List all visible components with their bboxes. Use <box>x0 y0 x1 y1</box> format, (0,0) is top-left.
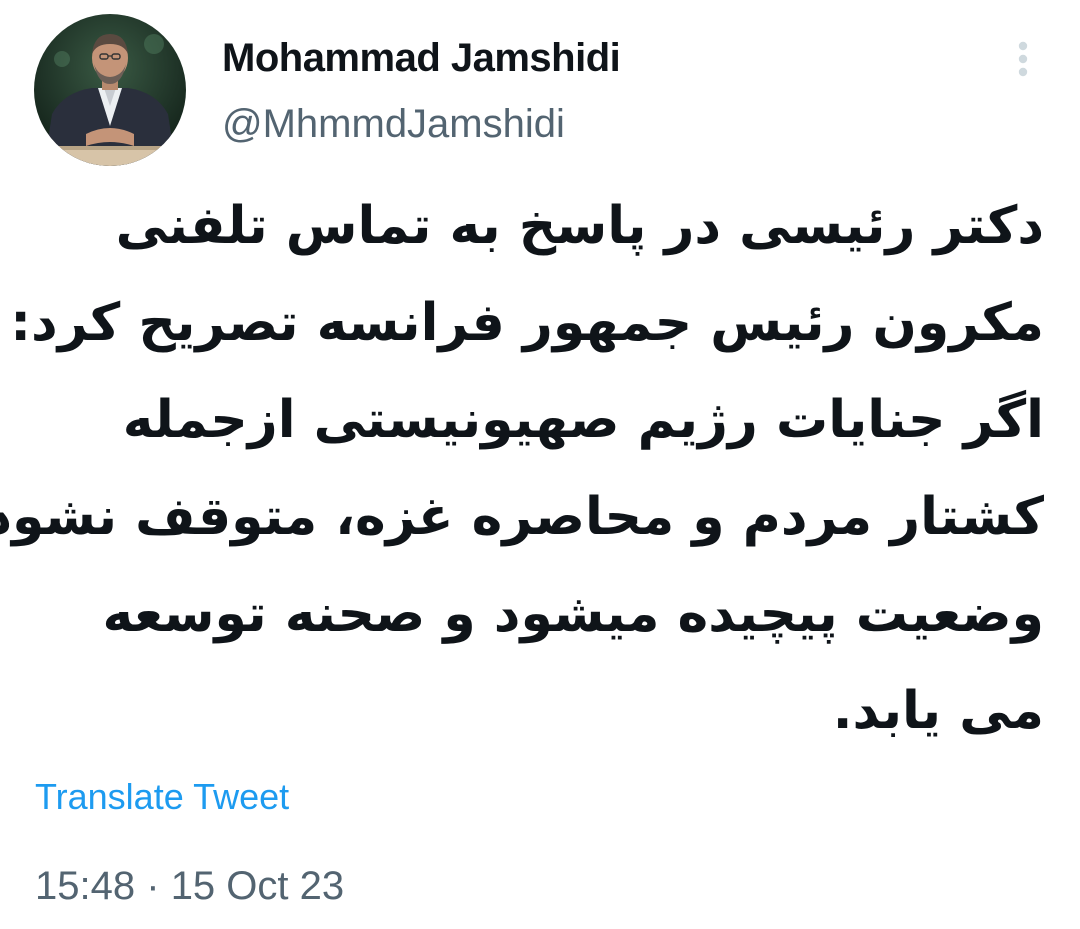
tweet-line: کشتار مردم و محاصره غزه، متوقف نشود <box>0 487 1044 547</box>
timestamp-separator: · <box>146 864 160 908</box>
tweet-line: وضعیت پیچیده میشود و صحنه توسعه <box>102 584 1044 644</box>
tweet-date[interactable]: 15 Oct 23 <box>171 864 344 908</box>
tweet-line: می یابد. <box>832 681 1044 741</box>
tweet-time[interactable]: 15:48 <box>35 864 135 908</box>
tweet-line: مکرون رئیس جمهور فرانسه تصریح کرد: <box>10 293 1044 353</box>
more-vertical-icon <box>1018 41 1028 77</box>
tweet-line: اگر جنایات رژیم صهیونیستی ازجمله <box>122 390 1044 450</box>
handle[interactable]: @MhmmdJamshidi <box>222 98 565 150</box>
avatar[interactable] <box>34 14 186 166</box>
tweet-text: دکتر رئیسی در پاسخ به تماس تلفنی مکرون ر… <box>0 178 1044 760</box>
translate-tweet-link[interactable]: Translate Tweet <box>35 774 289 820</box>
tweet-line: دکتر رئیسی در پاسخ به تماس تلفنی <box>115 196 1044 256</box>
tweet-timestamp: 15:48 · 15 Oct 23 <box>35 860 344 912</box>
display-name[interactable]: Mohammad Jamshidi <box>222 32 621 84</box>
profile-photo <box>34 14 186 166</box>
more-options-button[interactable] <box>1000 36 1046 82</box>
